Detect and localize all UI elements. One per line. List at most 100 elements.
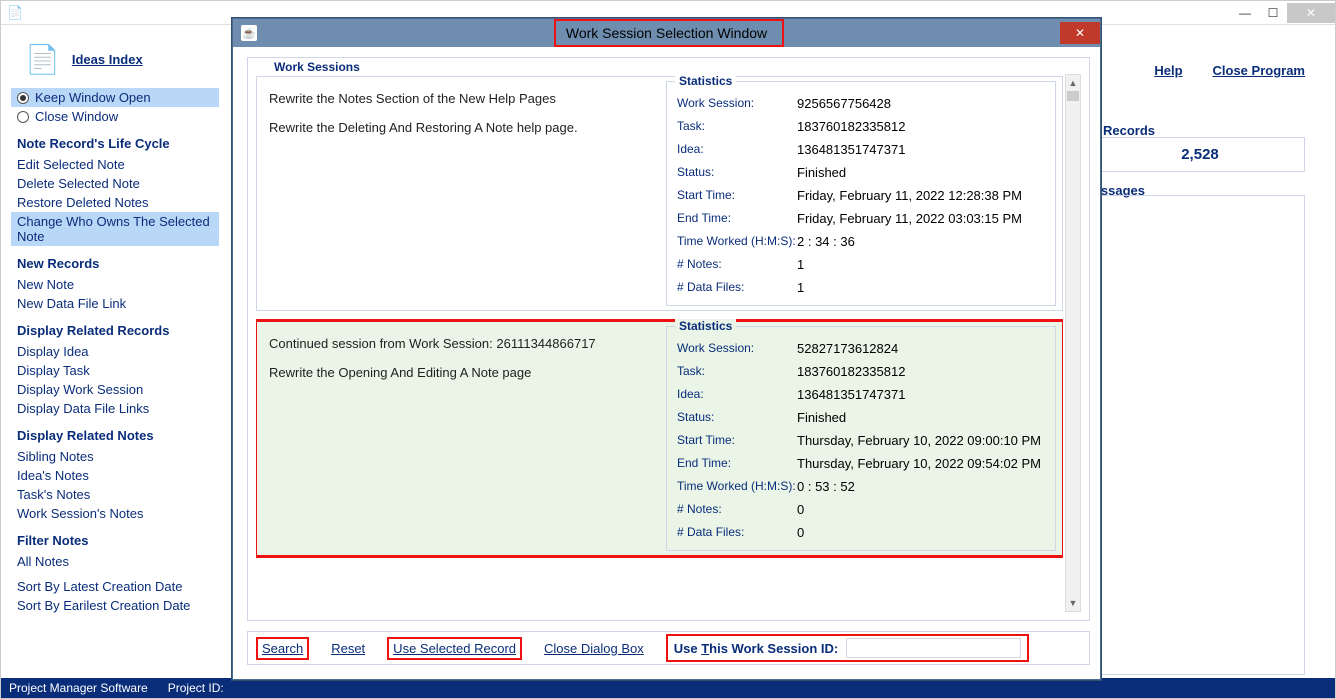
ws-notes-link[interactable]: Work Session's Notes: [11, 504, 219, 523]
stat-key: Status:: [677, 161, 797, 184]
session-description: Continued session from Work Session: 261…: [257, 322, 666, 555]
close-button[interactable]: ✕: [1287, 3, 1335, 23]
new-data-file-link[interactable]: New Data File Link: [11, 294, 219, 313]
stat-start: Friday, February 11, 2022 12:28:38 PM: [797, 184, 1022, 207]
stat-task: 183760182335812: [797, 115, 905, 138]
delete-selected-note-link[interactable]: Delete Selected Note: [11, 174, 219, 193]
radio-unchecked-icon: [17, 111, 29, 123]
stat-files: 0: [797, 521, 804, 544]
stat-key: Start Time:: [677, 184, 797, 207]
work-sessions-fieldset: Work Sessions Rewrite the Notes Section …: [247, 57, 1090, 621]
stat-key: Task:: [677, 360, 797, 383]
stat-task: 183760182335812: [797, 360, 905, 383]
modal-title: Work Session Selection Window: [566, 25, 767, 41]
work-session-id-input[interactable]: [846, 638, 1021, 658]
help-link[interactable]: Help: [1154, 63, 1182, 78]
modal-footer: SSearchearch Reset Use Selected Record C…: [247, 631, 1090, 665]
all-notes-link[interactable]: All Notes: [11, 552, 219, 571]
stat-status: Finished: [797, 406, 846, 429]
use-this-id-label: Use This Work Session ID:: [674, 641, 839, 656]
radio-checked-icon: [17, 92, 29, 104]
scroll-up-icon[interactable]: ▲: [1066, 75, 1080, 91]
stat-key: Idea:: [677, 383, 797, 406]
display-data-file-links-link[interactable]: Display Data File Links: [11, 399, 219, 418]
stat-idea: 136481351747371: [797, 383, 905, 406]
document-icon: 📄: [25, 43, 60, 76]
stat-files: 1: [797, 276, 804, 299]
stat-key: Work Session:: [677, 337, 797, 360]
section-filter-notes: Filter Notes: [17, 533, 219, 548]
stat-end: Friday, February 11, 2022 03:03:15 PM: [797, 207, 1022, 230]
sibling-notes-link[interactable]: Sibling Notes: [11, 447, 219, 466]
stat-key: # Notes:: [677, 498, 797, 521]
scrollbar[interactable]: ▲ ▼: [1065, 74, 1081, 612]
new-note-link[interactable]: New Note: [11, 275, 219, 294]
modal-body: Work Sessions Rewrite the Notes Section …: [233, 47, 1100, 679]
display-work-session-link[interactable]: Display Work Session: [11, 380, 219, 399]
sort-latest-link[interactable]: Sort By Latest Creation Date: [11, 577, 219, 596]
close-window-label: Close Window: [35, 109, 118, 124]
keep-window-open-radio[interactable]: Keep Window Open: [11, 88, 219, 107]
section-life-cycle: Note Record's Life Cycle: [17, 136, 219, 151]
sidebar: 📄 Ideas Index Keep Window Open Close Win…: [11, 35, 219, 668]
section-display-notes: Display Related Notes: [17, 428, 219, 443]
session-line: Rewrite the Opening And Editing A Note p…: [269, 365, 654, 380]
stat-worked: 0 : 53 : 52: [797, 475, 855, 498]
statistics-box: Statistics Work Session:52827173612824 T…: [666, 326, 1056, 551]
stat-key: Status:: [677, 406, 797, 429]
stat-key: # Notes:: [677, 253, 797, 276]
stat-status: Finished: [797, 161, 846, 184]
tasks-notes-link[interactable]: Task's Notes: [11, 485, 219, 504]
stat-end: Thursday, February 10, 2022 09:54:02 PM: [797, 452, 1041, 475]
display-idea-link[interactable]: Display Idea: [11, 342, 219, 361]
statistics-box: Statistics Work Session:9256567756428 Ta…: [666, 81, 1056, 306]
scroll-down-icon[interactable]: ▼: [1066, 595, 1080, 611]
sessions-list: Rewrite the Notes Section of the New Hel…: [256, 76, 1063, 612]
reset-button[interactable]: Reset: [331, 641, 365, 656]
session-line: Rewrite the Notes Section of the New Hel…: [269, 91, 654, 106]
modal-close-button[interactable]: ✕: [1060, 22, 1100, 44]
stat-ws: 9256567756428: [797, 92, 891, 115]
session-card[interactable]: Rewrite the Notes Section of the New Hel…: [256, 76, 1063, 311]
sort-earliest-link[interactable]: Sort By Earilest Creation Date: [11, 596, 219, 615]
statistics-legend: Statistics: [675, 319, 736, 333]
ideas-notes-link[interactable]: Idea's Notes: [11, 466, 219, 485]
stat-key: Time Worked (H:M:S):: [677, 230, 797, 253]
close-dialog-button[interactable]: Close Dialog Box: [544, 641, 644, 656]
change-owner-link[interactable]: Change Who Owns The Selected Note: [11, 212, 219, 246]
messages-box: [1095, 195, 1305, 675]
work-sessions-legend: Work Sessions: [270, 60, 364, 74]
use-this-id-group: Use This Work Session ID:: [668, 636, 1028, 660]
section-new-records: New Records: [17, 256, 219, 271]
ideas-index-link[interactable]: Ideas Index: [72, 52, 143, 67]
maximize-button[interactable]: ☐: [1259, 3, 1287, 23]
minimize-button[interactable]: —: [1231, 3, 1259, 23]
session-line: Rewrite the Deleting And Restoring A Not…: [269, 120, 654, 135]
scroll-thumb[interactable]: [1067, 91, 1079, 101]
display-task-link[interactable]: Display Task: [11, 361, 219, 380]
work-session-selection-window: ☕ Work Session Selection Window ✕ Work S…: [232, 18, 1101, 680]
records-count: 2,528: [1095, 137, 1305, 172]
statistics-legend: Statistics: [675, 76, 736, 88]
stat-notes: 1: [797, 253, 804, 276]
status-app-name: Project Manager Software: [9, 681, 148, 695]
edit-selected-note-link[interactable]: Edit Selected Note: [11, 155, 219, 174]
section-display-records: Display Related Records: [17, 323, 219, 338]
session-card-selected[interactable]: Continued session from Work Session: 261…: [256, 321, 1063, 556]
use-selected-record-button[interactable]: Use Selected Record: [389, 639, 520, 658]
stat-key: Idea:: [677, 138, 797, 161]
modal-titlebar[interactable]: ☕ Work Session Selection Window ✕: [233, 19, 1100, 47]
restore-deleted-notes-link[interactable]: Restore Deleted Notes: [11, 193, 219, 212]
stat-key: Time Worked (H:M:S):: [677, 475, 797, 498]
stat-key: Start Time:: [677, 429, 797, 452]
stat-key: Work Session:: [677, 92, 797, 115]
stat-key: # Data Files:: [677, 521, 797, 544]
stat-start: Thursday, February 10, 2022 09:00:10 PM: [797, 429, 1041, 452]
status-project-id: Project ID:: [168, 681, 224, 695]
stat-notes: 0: [797, 498, 804, 521]
close-window-radio[interactable]: Close Window: [11, 107, 219, 126]
search-button[interactable]: SSearchearch: [258, 639, 307, 658]
stat-ws: 52827173612824: [797, 337, 898, 360]
close-program-link[interactable]: Close Program: [1213, 63, 1305, 78]
java-icon: ☕: [241, 25, 257, 41]
